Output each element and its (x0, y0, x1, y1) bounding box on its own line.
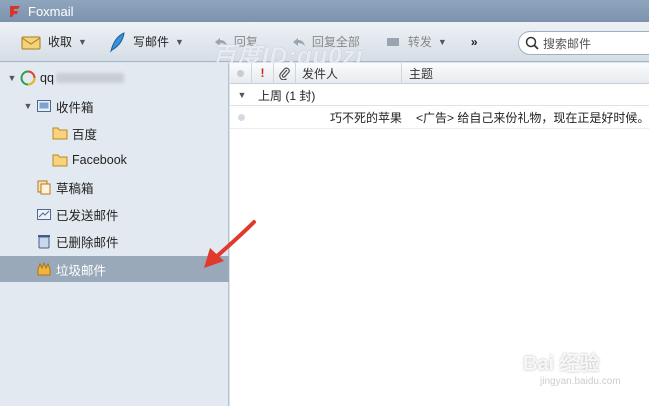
expand-triangle-icon[interactable]: ▼ (22, 101, 34, 111)
folder-icon (52, 127, 68, 140)
paperclip-icon (278, 67, 290, 80)
drafts-icon (37, 180, 51, 195)
chevron-down-icon[interactable]: ▼ (78, 37, 87, 47)
sidebar-item-junk[interactable]: 垃圾邮件 (0, 256, 229, 282)
reply-icon (214, 37, 227, 46)
feather-icon (110, 31, 125, 53)
reply-label: 回复 (233, 35, 258, 49)
toolbar: 收取 ▼ 写邮件 ▼ 回复 回复全部 转发 ▼ » 搜索邮件 百度ID:gu0z… (0, 22, 649, 70)
read-dot-icon (237, 114, 245, 121)
account-name: qq (40, 71, 54, 85)
column-header: ! 发件人 主题 (230, 62, 649, 84)
read-status-column[interactable] (230, 62, 252, 84)
account-row[interactable]: ▼ qq (0, 65, 229, 91)
read-dot-icon (237, 69, 244, 77)
receive-button[interactable]: 收取 ▼ (14, 28, 93, 56)
collapse-triangle-icon[interactable]: ▼ (236, 90, 248, 100)
sidebar-item-label: Facebook (72, 153, 127, 167)
group-label: 上周 (1 封) (258, 88, 316, 103)
chevron-down-icon[interactable]: ▼ (175, 37, 184, 47)
reply-all-button[interactable]: 回复全部 (284, 28, 366, 56)
sender-cell: 巧不死的苹果 (330, 111, 403, 125)
sidebar-item-label: 草稿箱 (56, 181, 94, 196)
foxmail-logo-icon (10, 6, 20, 17)
read-status-cell (230, 114, 252, 121)
inbox-icon (37, 100, 51, 112)
receive-icon (21, 36, 41, 49)
baidu-watermark: Bai 经验 (523, 353, 600, 375)
more-button[interactable]: » (465, 28, 484, 56)
subject-column-header[interactable]: 主题 (402, 63, 649, 84)
folder-tree: ▼ qq ▼ 收件箱 百度 Facebook 草稿箱 已发送邮件 已删除邮件 垃… (0, 63, 229, 406)
sidebar-item-label: 收件箱 (56, 100, 94, 115)
sidebar-item-drafts[interactable]: 草稿箱 (0, 174, 229, 200)
sidebar-item-label: 已发送邮件 (56, 208, 119, 223)
sidebar-item-label: 百度 (72, 127, 98, 142)
annotation-arrow-icon (204, 220, 256, 268)
junk-icon (37, 261, 51, 276)
reply-all-icon (292, 37, 305, 46)
sender-column-header[interactable]: 发件人 (296, 62, 402, 84)
qq-account-icon (20, 70, 36, 86)
table-row[interactable]: 巧不死的苹果 <广告> 给自己来份礼物，现在正是好时候。 (230, 107, 649, 129)
attachment-column[interactable] (274, 62, 296, 84)
sidebar-item-baidu[interactable]: 百度 (0, 120, 229, 146)
sidebar-item-deleted[interactable]: 已删除邮件 (0, 228, 229, 254)
search-icon (525, 36, 539, 50)
sidebar-item-inbox[interactable]: ▼ 收件箱 (0, 93, 229, 119)
sidebar-item-facebook[interactable]: Facebook (0, 147, 229, 173)
reply-all-label: 回复全部 (311, 35, 360, 49)
folder-icon (52, 154, 68, 167)
sidebar-item-label: 已删除邮件 (56, 235, 119, 250)
app-title: Foxmail (28, 3, 74, 19)
importance-column[interactable]: ! (252, 62, 274, 84)
search-box[interactable]: 搜索邮件 (518, 31, 649, 55)
group-header[interactable]: ▼ 上周 (1 封) (230, 85, 649, 106)
chevron-down-icon[interactable]: ▼ (438, 37, 447, 47)
sidebar-item-sent[interactable]: 已发送邮件 (0, 201, 229, 227)
compose-button[interactable]: 写邮件 ▼ (101, 28, 190, 56)
receive-label: 收取 (48, 35, 73, 49)
baidu-watermark-url: jingyan.baidu.com (540, 376, 621, 387)
forward-icon (386, 37, 399, 46)
sent-icon (37, 209, 51, 220)
title-bar: Foxmail (0, 0, 649, 22)
forward-label: 转发 (407, 35, 432, 49)
blurred-account-text (55, 73, 124, 83)
subject-cell: <广告> 给自己来份礼物，现在正是好时候。 (416, 111, 649, 125)
reply-button[interactable]: 回复 (208, 28, 264, 56)
trash-icon (38, 235, 50, 249)
search-input[interactable]: 搜索邮件 (543, 35, 591, 52)
expand-triangle-icon[interactable]: ▼ (6, 73, 18, 83)
forward-button[interactable]: 转发 ▼ (380, 28, 453, 56)
compose-label: 写邮件 (132, 35, 169, 49)
sidebar-item-label: 垃圾邮件 (56, 263, 107, 278)
